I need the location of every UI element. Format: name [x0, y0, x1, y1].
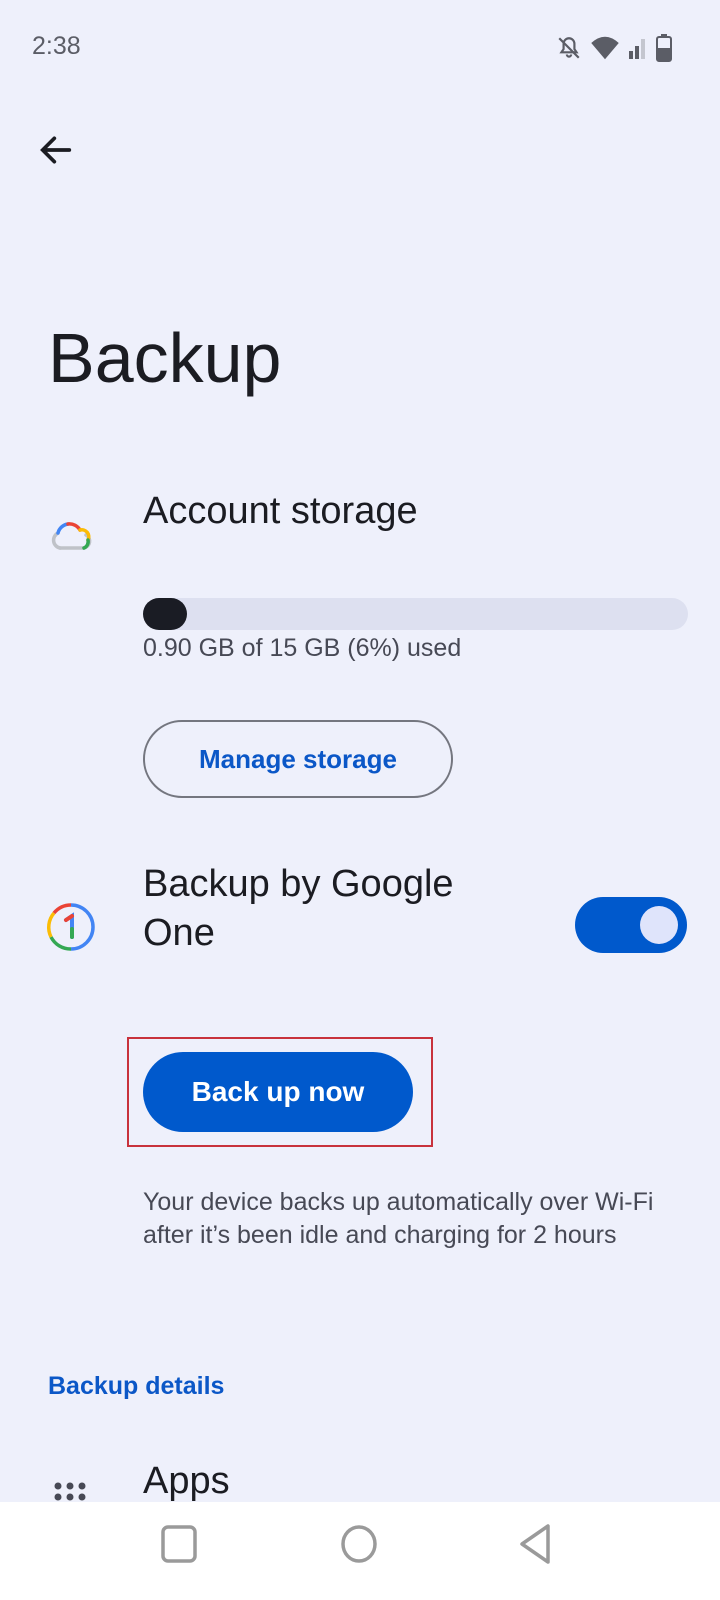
- google-one-icon: [47, 903, 95, 951]
- storage-usage-text: 0.90 GB of 15 GB (6%) used: [143, 634, 462, 662]
- back-button[interactable]: [518, 1522, 556, 1566]
- page-title: Backup: [48, 319, 282, 397]
- manage-storage-button[interactable]: Manage storage: [143, 720, 453, 798]
- apps-item[interactable]: Apps: [143, 1460, 230, 1503]
- home-button[interactable]: [340, 1524, 378, 1564]
- google-one-backup-title: Backup by Google One: [143, 863, 454, 954]
- arrow-back-icon[interactable]: [36, 130, 76, 170]
- account-storage-title: Account storage: [143, 490, 418, 532]
- wifi-icon: [591, 36, 619, 60]
- backup-description: Your device backs up automatically over …: [143, 1188, 654, 1249]
- google-cloud-icon: [51, 522, 92, 550]
- signal-icon: [629, 39, 645, 59]
- battery-icon: [656, 34, 672, 62]
- recents-button[interactable]: [160, 1524, 198, 1564]
- apps-grid-icon: [54, 1482, 86, 1501]
- notifications-off-icon: [558, 37, 580, 59]
- storage-progress-fill: [143, 598, 187, 630]
- back-up-now-button[interactable]: Back up now: [143, 1052, 413, 1132]
- google-one-backup-toggle[interactable]: [575, 897, 687, 953]
- toggle-knob: [640, 906, 678, 944]
- backup-details-section-label: Backup details: [48, 1372, 225, 1400]
- status-icons: [556, 34, 672, 62]
- storage-progress-bar: [143, 598, 688, 630]
- navigation-bar: [0, 1502, 720, 1600]
- status-time: 2:38: [32, 32, 81, 60]
